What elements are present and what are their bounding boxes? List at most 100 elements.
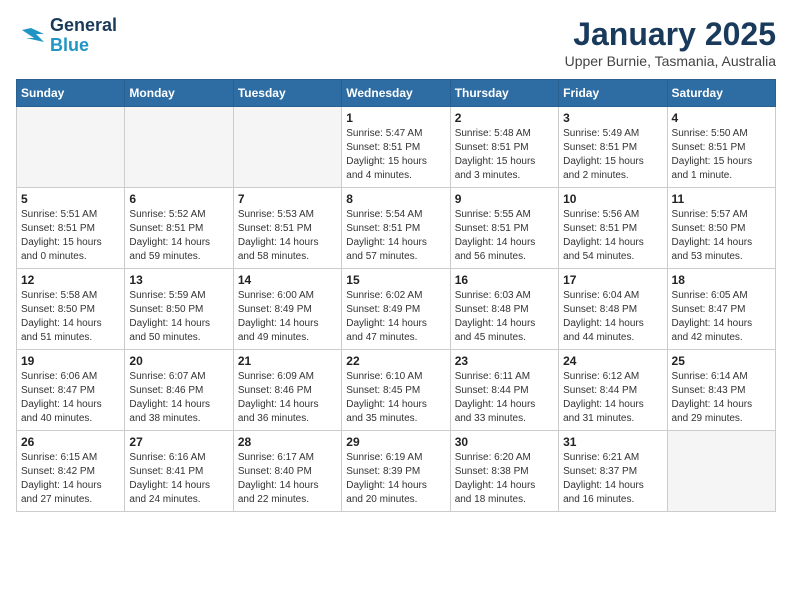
calendar-cell: 19Sunrise: 6:06 AM Sunset: 8:47 PM Dayli… xyxy=(17,350,125,431)
day-info: Sunrise: 5:59 AM Sunset: 8:50 PM Dayligh… xyxy=(129,289,228,345)
day-number: 17 xyxy=(563,273,662,287)
calendar-cell: 28 Sunrise: 6:17 AM Sunset: 8:40 PM Dayli… xyxy=(233,431,341,512)
calendar-cell: 23Sunrise: 6:11 AM Sunset: 8:44 PM Dayli… xyxy=(450,350,558,431)
day-info: Sunrise: 5:51 AM Sunset: 8:51 PM Dayligh… xyxy=(21,208,120,264)
day-info: Sunrise: 5:48 AM Sunset: 8:51 PM Dayligh… xyxy=(455,127,554,183)
day-info: Sunrise: 6:05 AM Sunset: 8:47 PM Dayligh… xyxy=(672,289,771,345)
day-info: Sunrise: 5:53 AM Sunset: 8:51 PM Dayligh… xyxy=(238,208,337,264)
day-info: Sunrise: 5:52 AM Sunset: 8:51 PM Dayligh… xyxy=(129,208,228,264)
day-info: Sunrise: 6:11 AM Sunset: 8:44 PM Dayligh… xyxy=(455,370,554,426)
calendar-cell: 13 Sunrise: 5:59 AM Sunset: 8:50 PM Dayli… xyxy=(125,269,233,350)
day-info: Sunrise: 6:10 AM Sunset: 8:45 PM Dayligh… xyxy=(346,370,445,426)
day-number: 31 xyxy=(563,435,662,449)
calendar-cell xyxy=(667,431,775,512)
day-number: 27 xyxy=(129,435,228,449)
calendar-cell: 7 Sunrise: 5:53 AM Sunset: 8:51 PM Daylig… xyxy=(233,188,341,269)
day-info: Sunrise: 6:21 AM Sunset: 8:37 PM Dayligh… xyxy=(563,451,662,507)
calendar-week-row: 5 Sunrise: 5:51 AM Sunset: 8:51 PM Daylig… xyxy=(17,188,776,269)
calendar-week-row: 26 Sunrise: 6:15 AM Sunset: 8:42 PM Dayli… xyxy=(17,431,776,512)
day-info: Sunrise: 5:58 AM Sunset: 8:50 PM Dayligh… xyxy=(21,289,120,345)
day-info: Sunrise: 6:12 AM Sunset: 8:44 PM Dayligh… xyxy=(563,370,662,426)
calendar-cell: 30Sunrise: 6:20 AM Sunset: 8:38 PM Dayli… xyxy=(450,431,558,512)
day-info: Sunrise: 5:50 AM Sunset: 8:51 PM Dayligh… xyxy=(672,127,771,183)
day-number: 30 xyxy=(455,435,554,449)
calendar-cell: 31 Sunrise: 6:21 AM Sunset: 8:37 PM Dayli… xyxy=(559,431,667,512)
day-info: Sunrise: 6:14 AM Sunset: 8:43 PM Dayligh… xyxy=(672,370,771,426)
logo: General Blue xyxy=(16,16,117,56)
day-number: 12 xyxy=(21,273,120,287)
calendar-cell: 22 Sunrise: 6:10 AM Sunset: 8:45 PM Dayli… xyxy=(342,350,450,431)
day-info: Sunrise: 6:16 AM Sunset: 8:41 PM Dayligh… xyxy=(129,451,228,507)
calendar-cell: 27 Sunrise: 6:16 AM Sunset: 8:41 PM Dayli… xyxy=(125,431,233,512)
calendar-cell: 29 Sunrise: 6:19 AM Sunset: 8:39 PM Dayli… xyxy=(342,431,450,512)
calendar-cell: 1 Sunrise: 5:47 AM Sunset: 8:51 PM Daylig… xyxy=(342,107,450,188)
day-number: 28 xyxy=(238,435,337,449)
calendar-week-row: 1 Sunrise: 5:47 AM Sunset: 8:51 PM Daylig… xyxy=(17,107,776,188)
day-number: 26 xyxy=(21,435,120,449)
calendar-cell: 10 Sunrise: 5:56 AM Sunset: 8:51 PM Dayli… xyxy=(559,188,667,269)
calendar-cell: 11Sunrise: 5:57 AM Sunset: 8:50 PM Dayli… xyxy=(667,188,775,269)
calendar-cell: 21Sunrise: 6:09 AM Sunset: 8:46 PM Dayli… xyxy=(233,350,341,431)
day-info: Sunrise: 5:57 AM Sunset: 8:50 PM Dayligh… xyxy=(672,208,771,264)
day-info: Sunrise: 6:15 AM Sunset: 8:42 PM Dayligh… xyxy=(21,451,120,507)
day-info: Sunrise: 6:07 AM Sunset: 8:46 PM Dayligh… xyxy=(129,370,228,426)
day-number: 25 xyxy=(672,354,771,368)
weekday-header-sunday: Sunday xyxy=(17,80,125,107)
day-info: Sunrise: 6:00 AM Sunset: 8:49 PM Dayligh… xyxy=(238,289,337,345)
calendar-cell: 18Sunrise: 6:05 AM Sunset: 8:47 PM Dayli… xyxy=(667,269,775,350)
page-header: General Blue January 2025 Upper Burnie, … xyxy=(16,16,776,69)
month-title: January 2025 xyxy=(565,16,776,53)
day-number: 9 xyxy=(455,192,554,206)
day-info: Sunrise: 6:17 AM Sunset: 8:40 PM Dayligh… xyxy=(238,451,337,507)
day-number: 8 xyxy=(346,192,445,206)
calendar-cell: 14 Sunrise: 6:00 AM Sunset: 8:49 PM Dayli… xyxy=(233,269,341,350)
day-number: 19 xyxy=(21,354,120,368)
calendar-cell: 5 Sunrise: 5:51 AM Sunset: 8:51 PM Daylig… xyxy=(17,188,125,269)
calendar-cell: 8 Sunrise: 5:54 AM Sunset: 8:51 PM Daylig… xyxy=(342,188,450,269)
day-number: 6 xyxy=(129,192,228,206)
day-number: 20 xyxy=(129,354,228,368)
day-number: 14 xyxy=(238,273,337,287)
weekday-header-saturday: Saturday xyxy=(667,80,775,107)
calendar-cell: 26 Sunrise: 6:15 AM Sunset: 8:42 PM Dayli… xyxy=(17,431,125,512)
weekday-header-thursday: Thursday xyxy=(450,80,558,107)
calendar-week-row: 19Sunrise: 6:06 AM Sunset: 8:47 PM Dayli… xyxy=(17,350,776,431)
day-number: 22 xyxy=(346,354,445,368)
weekday-header-tuesday: Tuesday xyxy=(233,80,341,107)
day-info: Sunrise: 6:09 AM Sunset: 8:46 PM Dayligh… xyxy=(238,370,337,426)
calendar-cell: 20 Sunrise: 6:07 AM Sunset: 8:46 PM Dayli… xyxy=(125,350,233,431)
calendar-cell: 9 Sunrise: 5:55 AM Sunset: 8:51 PM Daylig… xyxy=(450,188,558,269)
calendar-cell: 6 Sunrise: 5:52 AM Sunset: 8:51 PM Daylig… xyxy=(125,188,233,269)
day-number: 29 xyxy=(346,435,445,449)
calendar-cell xyxy=(17,107,125,188)
calendar-cell: 24Sunrise: 6:12 AM Sunset: 8:44 PM Dayli… xyxy=(559,350,667,431)
day-number: 5 xyxy=(21,192,120,206)
day-info: Sunrise: 6:19 AM Sunset: 8:39 PM Dayligh… xyxy=(346,451,445,507)
day-info: Sunrise: 5:55 AM Sunset: 8:51 PM Dayligh… xyxy=(455,208,554,264)
day-info: Sunrise: 6:04 AM Sunset: 8:48 PM Dayligh… xyxy=(563,289,662,345)
day-info: Sunrise: 6:03 AM Sunset: 8:48 PM Dayligh… xyxy=(455,289,554,345)
day-number: 7 xyxy=(238,192,337,206)
weekday-header-friday: Friday xyxy=(559,80,667,107)
day-number: 10 xyxy=(563,192,662,206)
day-info: Sunrise: 5:49 AM Sunset: 8:51 PM Dayligh… xyxy=(563,127,662,183)
calendar-cell: 17 Sunrise: 6:04 AM Sunset: 8:48 PM Dayli… xyxy=(559,269,667,350)
calendar-table: SundayMondayTuesdayWednesdayThursdayFrid… xyxy=(16,79,776,512)
calendar-cell: 12 Sunrise: 5:58 AM Sunset: 8:50 PM Dayli… xyxy=(17,269,125,350)
weekday-header-row: SundayMondayTuesdayWednesdayThursdayFrid… xyxy=(17,80,776,107)
logo-icon xyxy=(16,24,46,48)
day-number: 15 xyxy=(346,273,445,287)
calendar-cell: 2 Sunrise: 5:48 AM Sunset: 8:51 PM Daylig… xyxy=(450,107,558,188)
day-info: Sunrise: 5:54 AM Sunset: 8:51 PM Dayligh… xyxy=(346,208,445,264)
day-number: 13 xyxy=(129,273,228,287)
calendar-cell: 16Sunrise: 6:03 AM Sunset: 8:48 PM Dayli… xyxy=(450,269,558,350)
calendar-cell xyxy=(125,107,233,188)
day-number: 2 xyxy=(455,111,554,125)
day-info: Sunrise: 5:47 AM Sunset: 8:51 PM Dayligh… xyxy=(346,127,445,183)
day-info: Sunrise: 5:56 AM Sunset: 8:51 PM Dayligh… xyxy=(563,208,662,264)
calendar-cell: 25 Sunrise: 6:14 AM Sunset: 8:43 PM Dayli… xyxy=(667,350,775,431)
location: Upper Burnie, Tasmania, Australia xyxy=(565,53,776,69)
day-number: 1 xyxy=(346,111,445,125)
day-info: Sunrise: 6:02 AM Sunset: 8:49 PM Dayligh… xyxy=(346,289,445,345)
logo-text: General Blue xyxy=(50,16,117,56)
